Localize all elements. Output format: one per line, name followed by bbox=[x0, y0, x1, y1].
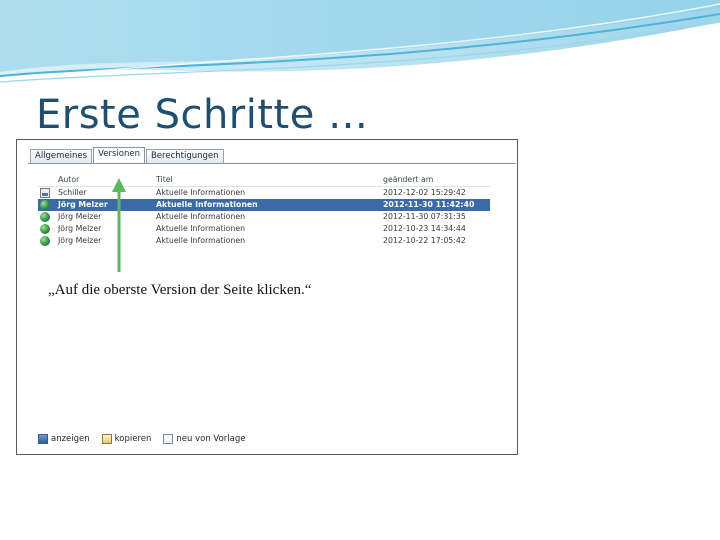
globe-icon bbox=[40, 200, 50, 210]
table-header: Autor Titel geändert am bbox=[38, 174, 490, 187]
cell-titel: Aktuelle Informationen bbox=[156, 200, 258, 209]
versions-table: Autor Titel geändert am Schiller Aktuell… bbox=[38, 174, 490, 247]
cell-titel: Aktuelle Informationen bbox=[156, 188, 246, 197]
table-row[interactable]: Jörg Melzer Aktuelle Informationen 2012-… bbox=[38, 211, 490, 223]
cell-date: 2012-11-30 11:42:40 bbox=[383, 200, 475, 209]
slide-title: Erste Schritte … bbox=[36, 92, 369, 138]
cell-autor: Jörg Melzer bbox=[58, 200, 108, 209]
tab-berechtigungen[interactable]: Berechtigungen bbox=[145, 149, 224, 163]
globe-icon bbox=[40, 236, 50, 246]
column-header-autor[interactable]: Autor bbox=[58, 175, 79, 184]
cell-date: 2012-11-30 07:31:35 bbox=[383, 212, 466, 221]
cell-titel: Aktuelle Informationen bbox=[156, 236, 246, 245]
cell-date: 2012-10-22 17:05:42 bbox=[383, 236, 466, 245]
tab-versionen[interactable]: Versionen bbox=[93, 147, 145, 163]
cell-autor: Jörg Melzer bbox=[58, 212, 102, 221]
globe-icon bbox=[40, 212, 50, 222]
new-from-template-button[interactable]: neu von Vorlage bbox=[163, 434, 245, 444]
new-document-icon bbox=[163, 434, 174, 444]
table-row[interactable]: Jörg Melzer Aktuelle Informationen 2012-… bbox=[38, 223, 490, 235]
copy-button-label: kopieren bbox=[114, 434, 152, 444]
page-icon bbox=[40, 188, 50, 198]
column-header-date[interactable]: geändert am bbox=[383, 175, 433, 184]
bottom-toolbar: anzeigen kopieren neu von Vorlage bbox=[38, 432, 257, 446]
cell-autor: Jörg Melzer bbox=[58, 236, 102, 245]
table-row-selected[interactable]: Jörg Melzer Aktuelle Informationen 2012-… bbox=[38, 199, 490, 211]
globe-icon bbox=[40, 224, 50, 234]
view-button-label: anzeigen bbox=[51, 434, 90, 444]
up-arrow-annotation bbox=[112, 178, 126, 272]
copy-icon bbox=[101, 434, 112, 444]
table-row[interactable]: Schiller Aktuelle Informationen 2012-12-… bbox=[38, 187, 490, 199]
tab-bar: Allgemeines Versionen Berechtigungen bbox=[30, 147, 225, 163]
cell-autor: Schiller bbox=[58, 188, 87, 197]
monitor-icon bbox=[38, 434, 48, 444]
cell-date: 2012-10-23 14:34:44 bbox=[383, 224, 466, 233]
view-button[interactable]: anzeigen bbox=[38, 434, 90, 444]
cell-date: 2012-12-02 15:29:42 bbox=[383, 188, 466, 197]
instruction-callout: „Auf die oberste Version der Seite klick… bbox=[48, 282, 312, 298]
tab-divider bbox=[28, 163, 516, 164]
cell-titel: Aktuelle Informationen bbox=[156, 224, 246, 233]
table-row[interactable]: Jörg Melzer Aktuelle Informationen 2012-… bbox=[38, 235, 490, 247]
version-panel: Allgemeines Versionen Berechtigungen Aut… bbox=[28, 145, 516, 453]
new-button-label: neu von Vorlage bbox=[176, 434, 246, 444]
column-header-titel[interactable]: Titel bbox=[156, 175, 173, 184]
tab-allgemeines[interactable]: Allgemeines bbox=[30, 149, 93, 163]
copy-button[interactable]: kopieren bbox=[101, 434, 152, 444]
cell-autor: Jörg Melzer bbox=[58, 224, 102, 233]
cell-titel: Aktuelle Informationen bbox=[156, 212, 246, 221]
header-wave-decoration bbox=[0, 0, 720, 83]
